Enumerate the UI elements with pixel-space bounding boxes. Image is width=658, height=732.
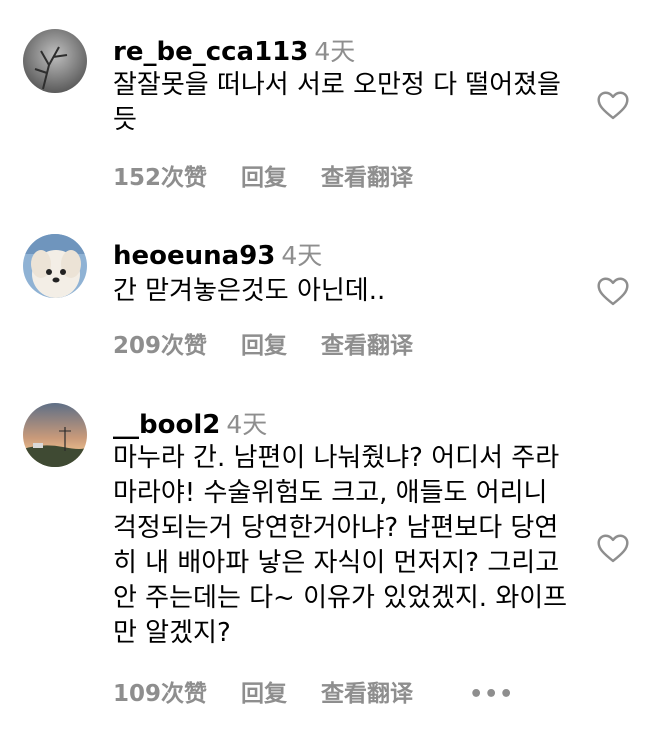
comment-text: 마누라 간. 남편이 나눠줬냐? 어디서 주라마라야! 수술위험도 크고, 애들…	[113, 443, 568, 648]
heart-icon	[597, 91, 629, 120]
timestamp: 4天	[314, 37, 356, 66]
avatar[interactable]	[23, 403, 87, 467]
like-count[interactable]: 209次赞	[113, 326, 207, 360]
heart-icon	[597, 277, 629, 306]
more-options-button[interactable]: •••	[469, 682, 514, 707]
like-button[interactable]	[596, 276, 630, 306]
comment-item: re_be_cca113 4天 잘잘못을 떠나서 서로 오만정 다 떨어졌을듯 1…	[0, 0, 658, 200]
translate-button[interactable]: 查看翻译	[321, 326, 413, 360]
like-count[interactable]: 152次赞	[113, 158, 207, 192]
avatar[interactable]	[23, 234, 87, 298]
reply-button[interactable]: 回复	[241, 326, 287, 360]
username[interactable]: heoeuna93	[113, 241, 275, 271]
translate-button[interactable]: 查看翻译	[321, 674, 413, 708]
timestamp: 4天	[281, 241, 323, 270]
reply-button[interactable]: 回复	[241, 158, 287, 192]
timestamp: 4天	[226, 410, 268, 439]
avatar[interactable]	[23, 29, 87, 93]
heart-icon	[597, 534, 629, 563]
username[interactable]: re_be_cca113	[113, 37, 308, 67]
translate-button[interactable]: 查看翻译	[321, 158, 413, 192]
comment-text: 잘잘못을 떠나서 서로 오만정 다 떨어졌을듯	[113, 70, 561, 135]
comment-text: 간 맏겨놓은것도 아닌데..	[113, 276, 386, 306]
like-button[interactable]	[596, 533, 630, 563]
like-button[interactable]	[596, 90, 630, 120]
like-count[interactable]: 109次赞	[113, 674, 207, 708]
reply-button[interactable]: 回复	[241, 674, 287, 708]
username[interactable]: __bool2	[113, 410, 220, 440]
